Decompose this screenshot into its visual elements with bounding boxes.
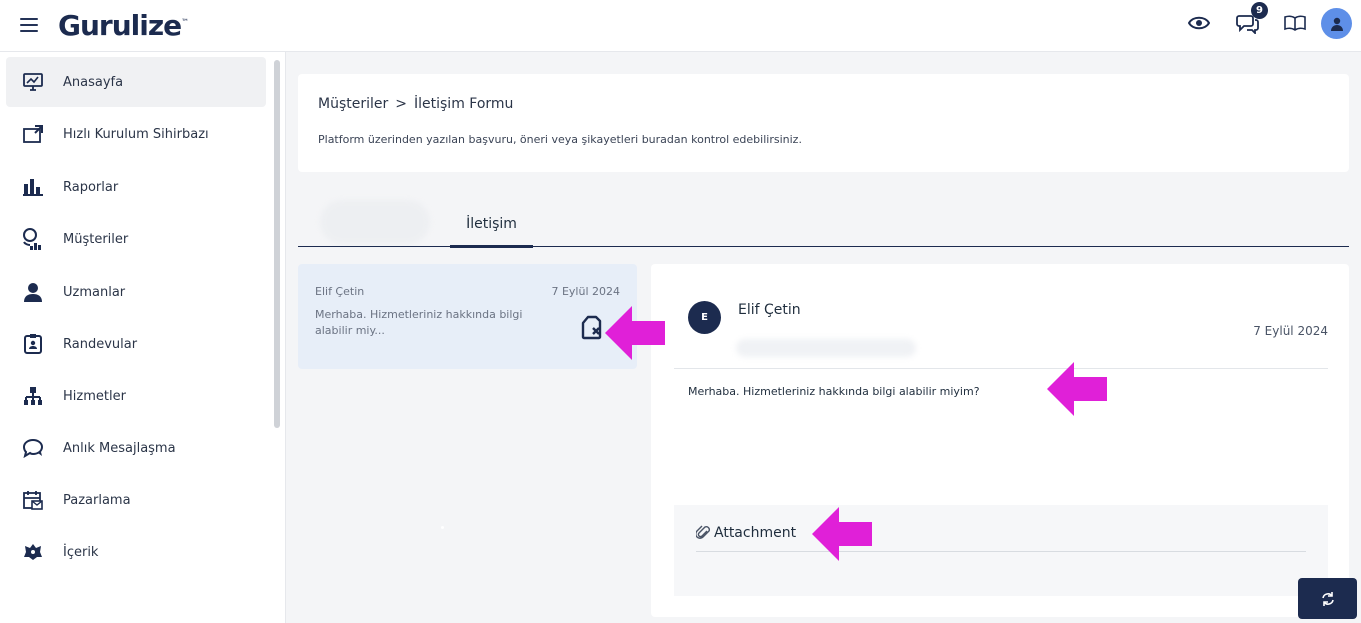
avatar: E [688,301,721,334]
setup-wizard-icon [22,123,44,145]
attachment-header: Attachment [696,525,796,541]
breadcrumb-parent[interactable]: Müşteriler [318,96,388,112]
breadcrumb-card: Müşteriler > İletişim Formu Platform üzeri… [298,74,1349,172]
sidebar-item-hizli-kurulum[interactable]: Hızlı Kurulum Sihirbazı [6,109,266,159]
menu-icon[interactable] [20,17,38,33]
sidebar-item-raporlar[interactable]: Raporlar [6,162,266,212]
sidebar-item-uzmanlar[interactable]: Uzmanlar [6,267,266,317]
sidebar-item-label: Anasayfa [63,74,124,90]
content-icon [22,541,44,563]
book-icon[interactable] [1282,10,1308,36]
sidebar-item-label: Hızlı Kurulum Sihirbazı [63,126,209,142]
message-preview: Merhaba. Hizmetleriniz hakkında bilgi al… [315,308,523,337]
paperclip-icon [696,525,710,541]
tabs-underline [298,246,1349,247]
detail-sender-name: Elif Çetin [738,302,801,318]
sidebar-item-anlik-mesajlasma[interactable]: Anlık Mesajlaşma [6,423,266,473]
sidebar-item-pazarlama[interactable]: Pazarlama [6,475,266,525]
tab-iletisim[interactable]: İletişim [450,216,533,248]
chat-icon [22,437,44,459]
sidebar-item-label: Müşteriler [63,231,129,247]
monitor-chart-icon [22,71,44,93]
bar-chart-icon [22,176,44,198]
detail-date: 7 Eylül 2024 [1253,324,1328,338]
decorative-dot [441,526,444,529]
sidebar-item-label: Uzmanlar [63,284,126,300]
blurred-contact-info [736,339,916,357]
sidebar-item-label: İçerik [63,544,99,560]
breadcrumb-current: İletişim Formu [414,96,514,112]
refresh-icon [1320,591,1336,607]
sidebar-item-hizmetler[interactable]: Hizmetler [6,371,266,421]
sidebar-scrollbar[interactable] [274,60,280,428]
annotation-arrow-icon [605,306,665,360]
breadcrumb-separator: > [395,96,407,112]
sidebar-item-icerik[interactable]: İçerik [6,527,266,577]
sidebar-item-label: Randevular [63,336,138,352]
services-icon [22,385,44,407]
sidebar: Anasayfa Hızlı Kurulum Sihirbazı Raporla… [0,52,286,623]
sidebar-item-label: Anlık Mesajlaşma [63,440,176,456]
logo[interactable]: Gurulize™ [58,9,189,42]
sidebar-item-randevular[interactable]: Randevular [6,319,266,369]
sidebar-item-musteriler[interactable]: Müşteriler [6,214,266,264]
tab-blurred[interactable] [320,200,430,244]
sidebar-item-anasayfa[interactable]: Anasayfa [6,57,266,107]
attachment-section: Attachment [674,505,1328,596]
sidebar-item-label: Pazarlama [63,492,131,508]
notification-badge: 9 [1251,2,1268,19]
list-item[interactable]: Elif Çetin 7 Eylül 2024 Merhaba. Hizmetl… [298,264,637,369]
page-description: Platform üzerinden yazılan başvuru, öner… [318,133,802,146]
message-date: 7 Eylül 2024 [551,285,620,298]
top-bar: Gurulize™ 9 [0,0,1361,52]
message-body: Merhaba. Hizmetleriniz hakkında bilgi al… [688,385,980,398]
sender-name: Elif Çetin [315,285,365,298]
message-detail: E Elif Çetin 7 Eylül 2024 Merhaba. Hizme… [651,264,1349,617]
sidebar-item-label: Hizmetler [63,388,126,404]
sidebar-item-label: Raporlar [63,179,119,195]
refresh-button[interactable] [1298,578,1357,619]
divider [674,368,1328,369]
delete-icon[interactable] [581,314,603,340]
appointments-icon [22,333,44,355]
customers-icon [22,228,44,250]
marketing-icon [22,489,44,511]
attachment-label: Attachment [714,525,797,541]
user-avatar-icon[interactable] [1321,8,1352,39]
attachment-divider [696,551,1306,552]
breadcrumb: Müşteriler > İletişim Formu [318,96,513,112]
annotation-arrow-icon [812,507,872,561]
annotation-arrow-icon [1047,362,1107,416]
experts-icon [22,281,44,303]
eye-icon[interactable] [1186,10,1212,36]
